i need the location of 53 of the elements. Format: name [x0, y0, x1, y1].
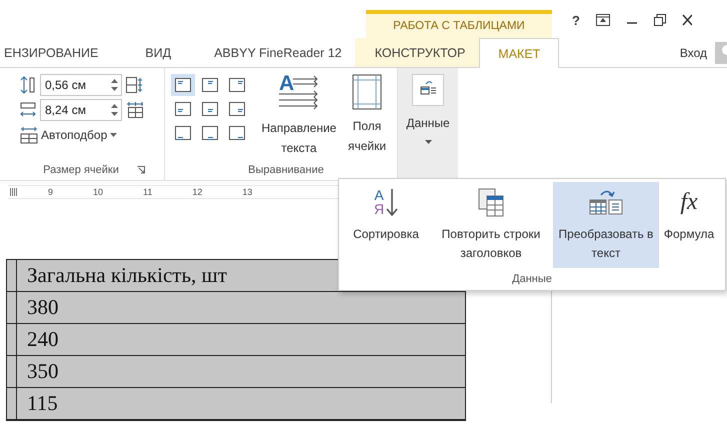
table-cell-text: Загальна кількість, шт	[26, 262, 228, 289]
table-autofit-icon	[20, 126, 38, 144]
ruler-number: 11	[143, 187, 152, 197]
autofit-button[interactable]: Автоподбор	[20, 126, 144, 144]
restore-icon[interactable]	[654, 14, 666, 26]
table-cell-text: 115	[26, 390, 59, 417]
ribbon-tab[interactable]: ABBYY FineReader 12	[201, 38, 355, 67]
spinner-arrows-icon[interactable]	[111, 78, 118, 92]
close-icon[interactable]	[682, 14, 692, 26]
formula-glyph: fx	[680, 188, 698, 217]
data-command-button[interactable]: A Я Сортировка	[343, 182, 429, 268]
group-label: Выравнивание	[248, 164, 324, 176]
letter-glyph: Я	[374, 202, 384, 216]
contextual-tab-group-label: РАБОТА С ТАБЛИЦАМИ	[366, 10, 552, 38]
data-command-button[interactable]: fx Формула	[659, 182, 719, 268]
row-height-field[interactable]: 0,56 см	[40, 74, 122, 96]
down-arrow-icon	[386, 188, 398, 216]
cell-margins-button[interactable]: Поля ячейки	[345, 74, 389, 160]
ruler-number: 9	[48, 187, 54, 197]
ruler-number: 12	[192, 187, 202, 197]
caret-icon	[110, 133, 118, 137]
dialog-launcher-icon[interactable]	[136, 166, 145, 174]
letter-glyph: A	[279, 74, 294, 94]
data-button[interactable]: Данные	[398, 68, 458, 180]
table-cell-text: 380	[26, 294, 60, 321]
row-height-icon	[20, 76, 36, 94]
distribute-rows-icon[interactable]	[126, 77, 144, 93]
arrow-lines-icon	[279, 74, 319, 110]
tab-selector-icon[interactable]	[10, 188, 18, 196]
table-data-icon	[412, 74, 444, 106]
ruler-number: 10	[93, 187, 104, 197]
spinner-arrows-icon[interactable]	[111, 103, 118, 117]
align-button[interactable]	[171, 74, 195, 96]
group-label: Размер ячейки	[43, 164, 119, 176]
group-label: Данные	[512, 273, 552, 285]
column-width-field[interactable]: 8,24 см	[40, 99, 122, 121]
data-command-button[interactable]: Повторить строки заголовков	[429, 182, 553, 268]
ribbon-display-icon[interactable]	[596, 14, 610, 26]
ruler-number: 13	[242, 187, 252, 197]
distribute-columns-icon[interactable]	[126, 102, 144, 118]
text-direction-button[interactable]: A Направление текста	[253, 74, 345, 160]
data-command-button[interactable]: Преобразовать в текст	[553, 182, 659, 268]
table-cell-text: 350	[26, 358, 60, 385]
cell-margins-icon	[352, 74, 382, 110]
letter-glyph: A	[374, 188, 384, 202]
table-cell-text: 240	[26, 326, 60, 353]
ribbon-tab[interactable]: КОНСТРУКТОР	[354, 38, 480, 67]
ribbon-tab[interactable]: ВИД	[132, 38, 202, 67]
caret-icon	[424, 140, 432, 144]
sign-in-link[interactable]: Вход	[680, 46, 707, 60]
ribbon-tab[interactable]: ЕНЗИРОВАНИЕ	[0, 38, 132, 67]
help-button[interactable]: ?	[572, 12, 580, 28]
column-width-icon	[20, 101, 36, 119]
